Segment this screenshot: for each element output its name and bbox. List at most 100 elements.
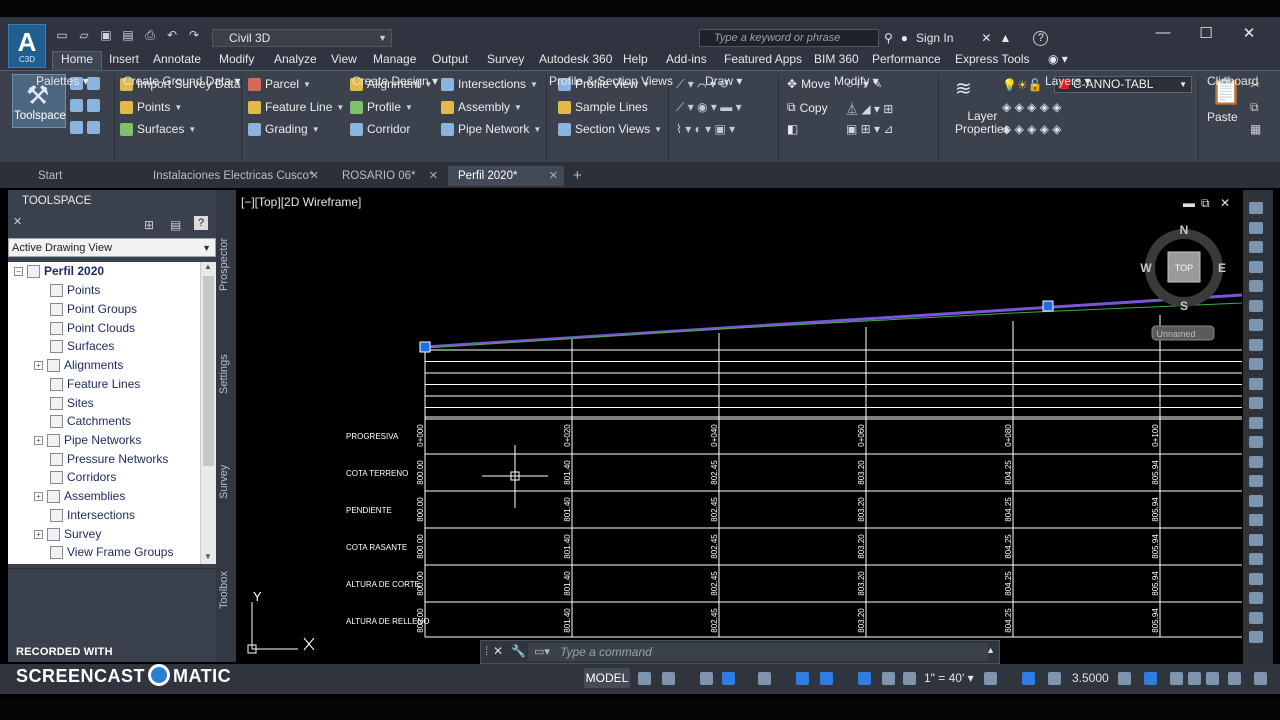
arc-icon[interactable] bbox=[1249, 533, 1263, 546]
new-file-icon[interactable]: ▭ bbox=[54, 28, 70, 42]
toolbox-palette-icon[interactable] bbox=[87, 99, 100, 112]
tab-manage[interactable]: Manage bbox=[373, 52, 416, 70]
customization-icon[interactable] bbox=[1228, 672, 1241, 685]
close-tab-icon[interactable]: ✕ bbox=[549, 166, 558, 186]
point-icon[interactable] bbox=[1249, 494, 1263, 507]
object-snap-icon[interactable] bbox=[820, 672, 833, 685]
settings-palette-icon[interactable] bbox=[87, 77, 100, 90]
tab-help[interactable]: Help bbox=[623, 52, 648, 70]
tree-item-point-groups[interactable]: Point Groups bbox=[50, 300, 137, 318]
design-profile-line[interactable] bbox=[424, 293, 1242, 349]
region-icon[interactable] bbox=[1249, 631, 1263, 643]
dimension-icon[interactable] bbox=[1249, 416, 1263, 429]
close-tab-icon[interactable]: ✕ bbox=[429, 166, 438, 186]
tab-bim-360[interactable]: BIM 360 bbox=[814, 52, 859, 70]
expand-icon[interactable]: + bbox=[34, 529, 43, 539]
redo-icon[interactable]: ↷ bbox=[186, 28, 202, 42]
quick-properties-icon[interactable] bbox=[1170, 672, 1183, 685]
object-snap-tracking-icon[interactable] bbox=[796, 672, 809, 685]
help-icon[interactable]: ? bbox=[194, 216, 208, 230]
elevation-value[interactable]: 3.5000 bbox=[1072, 671, 1109, 685]
showmotion-icon[interactable] bbox=[1249, 280, 1263, 292]
copy-clip-icon[interactable]: ⧉ bbox=[1250, 100, 1259, 115]
corridor-button[interactable]: Corridor bbox=[350, 122, 410, 136]
tab-output[interactable]: Output bbox=[432, 52, 468, 70]
tool-icon[interactable] bbox=[1249, 377, 1263, 390]
tree-item-alignments[interactable]: + Alignments bbox=[34, 356, 123, 374]
profile-grip-start[interactable] bbox=[419, 341, 431, 353]
profile-section-panel-label[interactable]: Profile & Section Views bbox=[549, 74, 673, 90]
profile-button[interactable]: Profile ▼ bbox=[350, 100, 413, 114]
feature-line-button[interactable]: Feature Line ▼ bbox=[248, 100, 344, 114]
paste-button[interactable]: Paste bbox=[1207, 110, 1238, 124]
command-grip-icon[interactable]: ⁞ bbox=[485, 644, 488, 658]
block-icon[interactable] bbox=[1249, 475, 1263, 487]
drawing-canvas[interactable]: PROGRESIVA COTA TERRENO PENDIENTE COTA RASA… bbox=[238, 190, 1242, 664]
layer-icon[interactable] bbox=[1249, 338, 1263, 351]
side-tab-toolbox[interactable]: Toolbox bbox=[218, 566, 234, 614]
grading-button[interactable]: Grading ▼ bbox=[248, 122, 320, 136]
collapse-icon[interactable]: − bbox=[14, 266, 23, 276]
tool-palette-icon[interactable] bbox=[87, 121, 100, 134]
tree-item-survey[interactable]: + Survey bbox=[34, 525, 101, 543]
toolspace-view-icon[interactable]: ▤ bbox=[170, 218, 181, 232]
tab-add-ins[interactable]: Add-ins bbox=[666, 52, 707, 70]
intersections-button[interactable]: Intersections ▼ bbox=[441, 77, 538, 91]
profile-grip-mid[interactable] bbox=[1042, 300, 1054, 312]
help-icon[interactable]: ? bbox=[1033, 30, 1049, 46]
annotation-scale-dropdown[interactable]: 1" = 40' ▾ bbox=[924, 671, 974, 685]
workspace-dropdown[interactable]: Civil 3D ▼ bbox=[212, 29, 392, 47]
modify-panel-label[interactable]: Modify ▾ bbox=[834, 74, 879, 90]
tree-root[interactable]: − Perfil 2020 bbox=[14, 262, 104, 280]
save-as-icon[interactable]: ▤ bbox=[120, 28, 136, 42]
tree-item-sites[interactable]: Sites bbox=[50, 394, 94, 412]
minimize-window-icon[interactable]: — bbox=[1148, 24, 1178, 44]
tree-item-view-frame-groups[interactable]: View Frame Groups bbox=[50, 543, 173, 561]
tab-home[interactable]: Home bbox=[52, 51, 103, 70]
close-tab-icon[interactable]: ✕ bbox=[310, 166, 319, 186]
clean-screen-icon[interactable] bbox=[1206, 672, 1219, 685]
tree-item-assemblies[interactable]: + Assemblies bbox=[34, 487, 125, 505]
tab-express-tools[interactable]: Express Tools bbox=[955, 52, 1029, 70]
measure-icon[interactable] bbox=[1249, 319, 1263, 331]
file-tab-rosario[interactable]: ROSARIO 06* ✕ bbox=[332, 166, 444, 186]
tab-survey[interactable]: Survey bbox=[487, 52, 524, 70]
customize-wrench-icon[interactable]: 🔧 bbox=[511, 644, 526, 658]
tree-item-feature-lines[interactable]: Feature Lines bbox=[50, 375, 140, 393]
globe-icon[interactable] bbox=[1249, 358, 1263, 370]
tree-item-points[interactable]: Points bbox=[50, 281, 100, 299]
maximize-window-icon[interactable]: ☐ bbox=[1191, 24, 1221, 44]
side-tab-settings[interactable]: Settings bbox=[218, 350, 234, 398]
print-icon[interactable]: ⎙ bbox=[142, 28, 158, 42]
close-window-icon[interactable]: ✕ bbox=[1234, 24, 1264, 44]
viewport-close-icon[interactable]: ✕ bbox=[1220, 196, 1230, 210]
draw-panel-label[interactable]: Draw ▾ bbox=[705, 74, 742, 90]
tab-modify[interactable]: Modify bbox=[219, 52, 254, 70]
tree-item-pressure-networks[interactable]: Pressure Networks bbox=[50, 450, 168, 468]
steering-wheel-icon[interactable] bbox=[1249, 299, 1263, 312]
ortho-icon[interactable] bbox=[700, 672, 713, 685]
add-icon[interactable] bbox=[1022, 672, 1035, 685]
tab-view[interactable]: View bbox=[331, 52, 357, 70]
move-button[interactable]: ✥ Move bbox=[787, 77, 830, 91]
survey-palette-icon[interactable] bbox=[70, 99, 83, 112]
surfaces-button[interactable]: Surfaces ▼ bbox=[120, 122, 196, 136]
hatch-icon[interactable] bbox=[1249, 397, 1263, 409]
layer-tools-row3[interactable]: ◈ ◈ ◈ ◈ ◈ bbox=[1002, 122, 1061, 136]
sample-lines-button[interactable]: Sample Lines bbox=[558, 100, 648, 114]
tab-autodesk-360[interactable]: Autodesk 360 bbox=[539, 52, 612, 70]
file-tab-perfil-2020[interactable]: Perfil 2020* ✕ bbox=[448, 166, 564, 186]
viewport-controls[interactable]: [−][Top][2D Wireframe] bbox=[241, 195, 361, 209]
layer-tools-row2[interactable]: ◈ ◈ ◈ ◈ ◈ bbox=[1002, 100, 1061, 114]
layers-panel-label[interactable]: Layers ▾ bbox=[1045, 74, 1090, 90]
tab-annotate[interactable]: Annotate bbox=[153, 52, 201, 70]
tree-item-point-clouds[interactable]: Point Clouds bbox=[50, 319, 135, 337]
stretch-icon[interactable]: ◧ bbox=[787, 122, 798, 136]
pipe-network-button[interactable]: Pipe Network ▼ bbox=[441, 122, 541, 136]
model-space-button[interactable]: MODEL bbox=[584, 668, 630, 688]
viewport-restore-icon[interactable]: ⧉ bbox=[1201, 196, 1210, 211]
scroll-thumb[interactable] bbox=[203, 276, 214, 466]
rectangle-icon[interactable] bbox=[1249, 572, 1263, 585]
command-input[interactable]: Type a command bbox=[528, 643, 988, 661]
text-icon[interactable] bbox=[1249, 436, 1263, 448]
